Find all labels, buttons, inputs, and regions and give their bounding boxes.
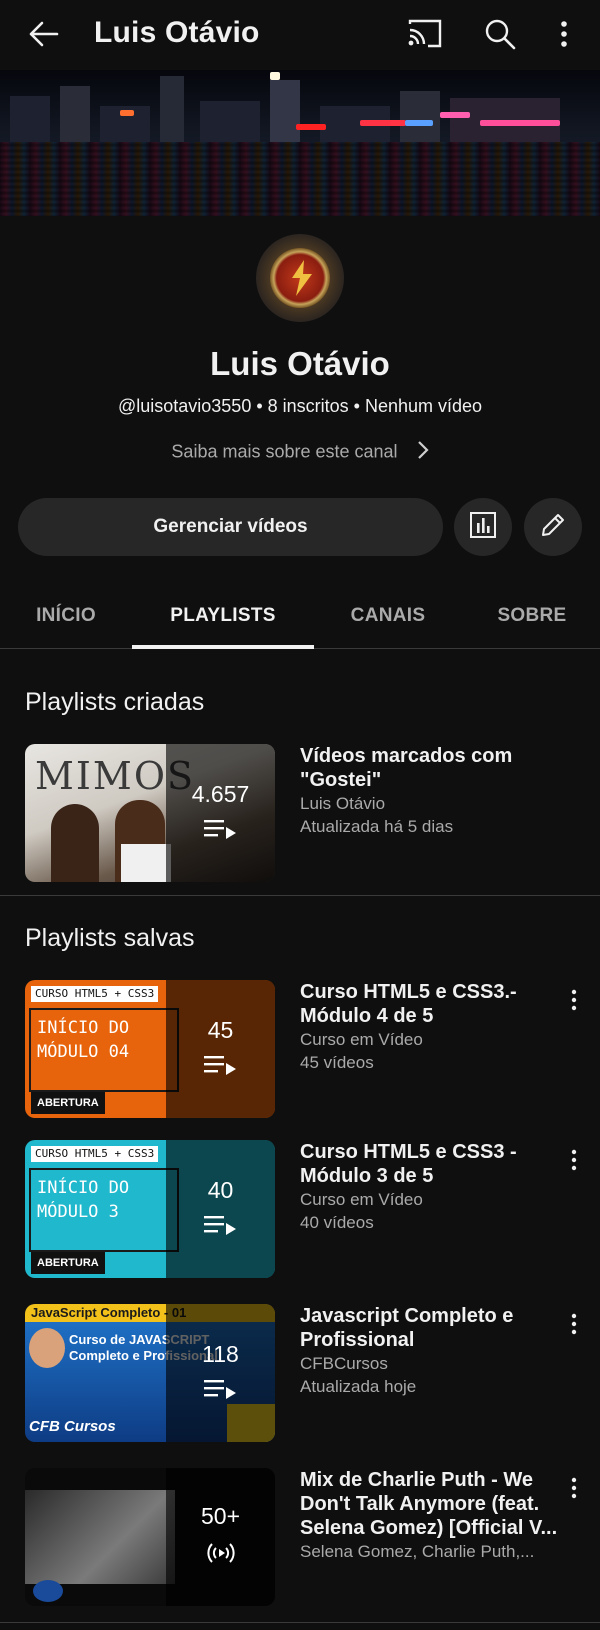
tab-playlists[interactable]: PLAYLISTS: [132, 583, 314, 649]
playlist-count-overlay: 45: [166, 980, 275, 1118]
tab-canais[interactable]: CANAIS: [330, 583, 446, 649]
music-label-logo: [33, 1580, 63, 1602]
playlist-title: Javascript Completo e Profissional: [300, 1305, 514, 1351]
playlist-info: Javascript Completo e Profissional CFBCu…: [300, 1304, 562, 1398]
more-vert-icon[interactable]: [566, 1148, 582, 1172]
more-about-channel-link[interactable]: Saiba mais sobre este canal: [0, 440, 600, 465]
playlist-owner: Luis Otávio: [300, 794, 386, 813]
playlist-item[interactable]: JavaScript Completo - 01 Curso de JAVASC…: [0, 1304, 600, 1444]
edit-channel-button[interactable]: [524, 498, 582, 556]
more-vert-icon[interactable]: [566, 988, 582, 1012]
channel-name: Luis Otávio: [210, 345, 390, 382]
channel-tabs: INÍCIO PLAYLISTS CANAIS SOBRE: [0, 583, 600, 649]
thumbnail-top-label: JavaScript Completo - 01: [31, 1305, 187, 1320]
playlist-video-count: 40: [207, 1177, 234, 1203]
playlist-item[interactable]: MIMOS 4.657 Vídeos marcados com "Gostei"…: [0, 744, 600, 884]
playlist-item[interactable]: 50+ Mix de Charlie Puth - We Don't Talk …: [0, 1468, 600, 1608]
playlist-count-overlay: 118: [166, 1304, 275, 1442]
thumbnail-caption: INÍCIO DO MÓDULO 04: [37, 1018, 130, 1062]
tab-sobre[interactable]: SOBRE: [480, 583, 584, 649]
back-arrow-icon[interactable]: [26, 16, 62, 52]
bottom-divider: [0, 1622, 600, 1623]
playlist-title: Mix de Charlie Puth - We Don't Talk Anym…: [300, 1469, 558, 1539]
playlist-thumbnail[interactable]: JavaScript Completo - 01 Curso de JAVASC…: [25, 1304, 275, 1442]
manage-videos-button[interactable]: Gerenciar vídeos: [18, 498, 443, 556]
playlist-item[interactable]: CURSO HTML5 + CSS3 INÍCIO DO MÓDULO 3 AB…: [0, 1140, 600, 1280]
playlist-count-overlay: 40: [166, 1140, 275, 1278]
more-vert-icon[interactable]: [566, 1312, 582, 1336]
thumbnail-top-label: CURSO HTML5 + CSS3: [31, 986, 159, 1002]
playlist-artists: Selena Gomez, Charlie Puth,...: [300, 1542, 535, 1561]
thumbnail-top-label: CURSO HTML5 + CSS3: [31, 1146, 159, 1162]
playlist-title: Curso HTML5 e CSS3 - Módulo 3 de 5: [300, 1141, 517, 1187]
playlist-video-total: 40 vídeos: [300, 1213, 374, 1232]
mix-radio-icon: [204, 1540, 238, 1571]
more-vert-icon[interactable]: [566, 1476, 582, 1500]
playlist-info: Vídeos marcados com "Gostei" Luis Otávio…: [300, 744, 562, 838]
created-playlists-heading: Playlists criadas: [25, 688, 205, 716]
thumbnail-bottom-label: ABERTURA: [31, 1092, 105, 1114]
playlist-icon: [203, 1378, 238, 1405]
chevron-right-icon: [417, 440, 429, 465]
channel-banner: [0, 70, 600, 216]
section-divider: [0, 895, 600, 896]
playlist-info: Mix de Charlie Puth - We Don't Talk Anym…: [300, 1468, 562, 1563]
playlist-icon: [203, 1214, 238, 1241]
playlist-thumbnail[interactable]: 50+: [25, 1468, 275, 1606]
analytics-button[interactable]: [454, 498, 512, 556]
playlist-title: Vídeos marcados com "Gostei": [300, 745, 513, 791]
playlist-info: Curso HTML5 e CSS3 - Módulo 3 de 5 Curso…: [300, 1140, 562, 1234]
playlist-video-count: 50+: [200, 1503, 240, 1529]
playlist-video-count: 118: [202, 1341, 239, 1367]
cast-icon[interactable]: [406, 16, 444, 52]
playlist-info: Curso HTML5 e CSS3.- Módulo 4 de 5 Curso…: [300, 980, 562, 1074]
playlist-thumbnail[interactable]: CURSO HTML5 + CSS3 INÍCIO DO MÓDULO 3 AB…: [25, 1140, 275, 1278]
playlist-owner: Curso em Vídeo: [300, 1190, 423, 1209]
more-about-channel-label: Saiba mais sobre este canal: [171, 441, 398, 462]
tab-inicio[interactable]: INÍCIO: [10, 583, 122, 649]
playlist-updated: Atualizada há 5 dias: [300, 817, 454, 836]
playlist-count-overlay: 4.657: [166, 744, 275, 882]
playlist-item[interactable]: CURSO HTML5 + CSS3 INÍCIO DO MÓDULO 04 A…: [0, 980, 600, 1120]
playlist-updated: Atualizada hoje: [300, 1377, 417, 1396]
playlist-video-count: 4.657: [191, 781, 250, 807]
thumbnail-bottom-label: ABERTURA: [31, 1252, 105, 1274]
playlist-count-overlay: 50+: [166, 1468, 275, 1606]
playlist-owner: CFBCursos: [300, 1354, 388, 1373]
playlist-owner: Curso em Vídeo: [300, 1030, 423, 1049]
playlist-thumbnail[interactable]: MIMOS 4.657: [25, 744, 275, 882]
thumbnail-bottom-label: CFB Cursos: [29, 1418, 116, 1435]
playlist-icon: [203, 818, 238, 845]
top-app-bar: Luis Otávio: [0, 0, 600, 70]
analytics-icon: [469, 511, 497, 544]
playlist-thumbnail[interactable]: CURSO HTML5 + CSS3 INÍCIO DO MÓDULO 04 A…: [25, 980, 275, 1118]
thumbnail-caption: INÍCIO DO MÓDULO 3: [37, 1178, 130, 1222]
playlist-title: Curso HTML5 e CSS3.- Módulo 4 de 5: [300, 981, 517, 1027]
channel-avatar[interactable]: [256, 234, 344, 322]
active-tab-indicator: [132, 645, 314, 649]
playlist-video-count: 45: [207, 1017, 234, 1043]
more-vert-icon[interactable]: [552, 16, 576, 52]
playlist-icon: [203, 1054, 238, 1081]
edit-pencil-icon: [539, 511, 567, 544]
saved-playlists-heading: Playlists salvas: [25, 924, 195, 952]
page-title: Luis Otávio: [94, 16, 260, 49]
playlist-video-total: 45 vídeos: [300, 1053, 374, 1072]
search-icon[interactable]: [482, 16, 518, 52]
channel-meta: @luisotavio3550 • 8 inscritos • Nenhum v…: [117, 396, 483, 416]
